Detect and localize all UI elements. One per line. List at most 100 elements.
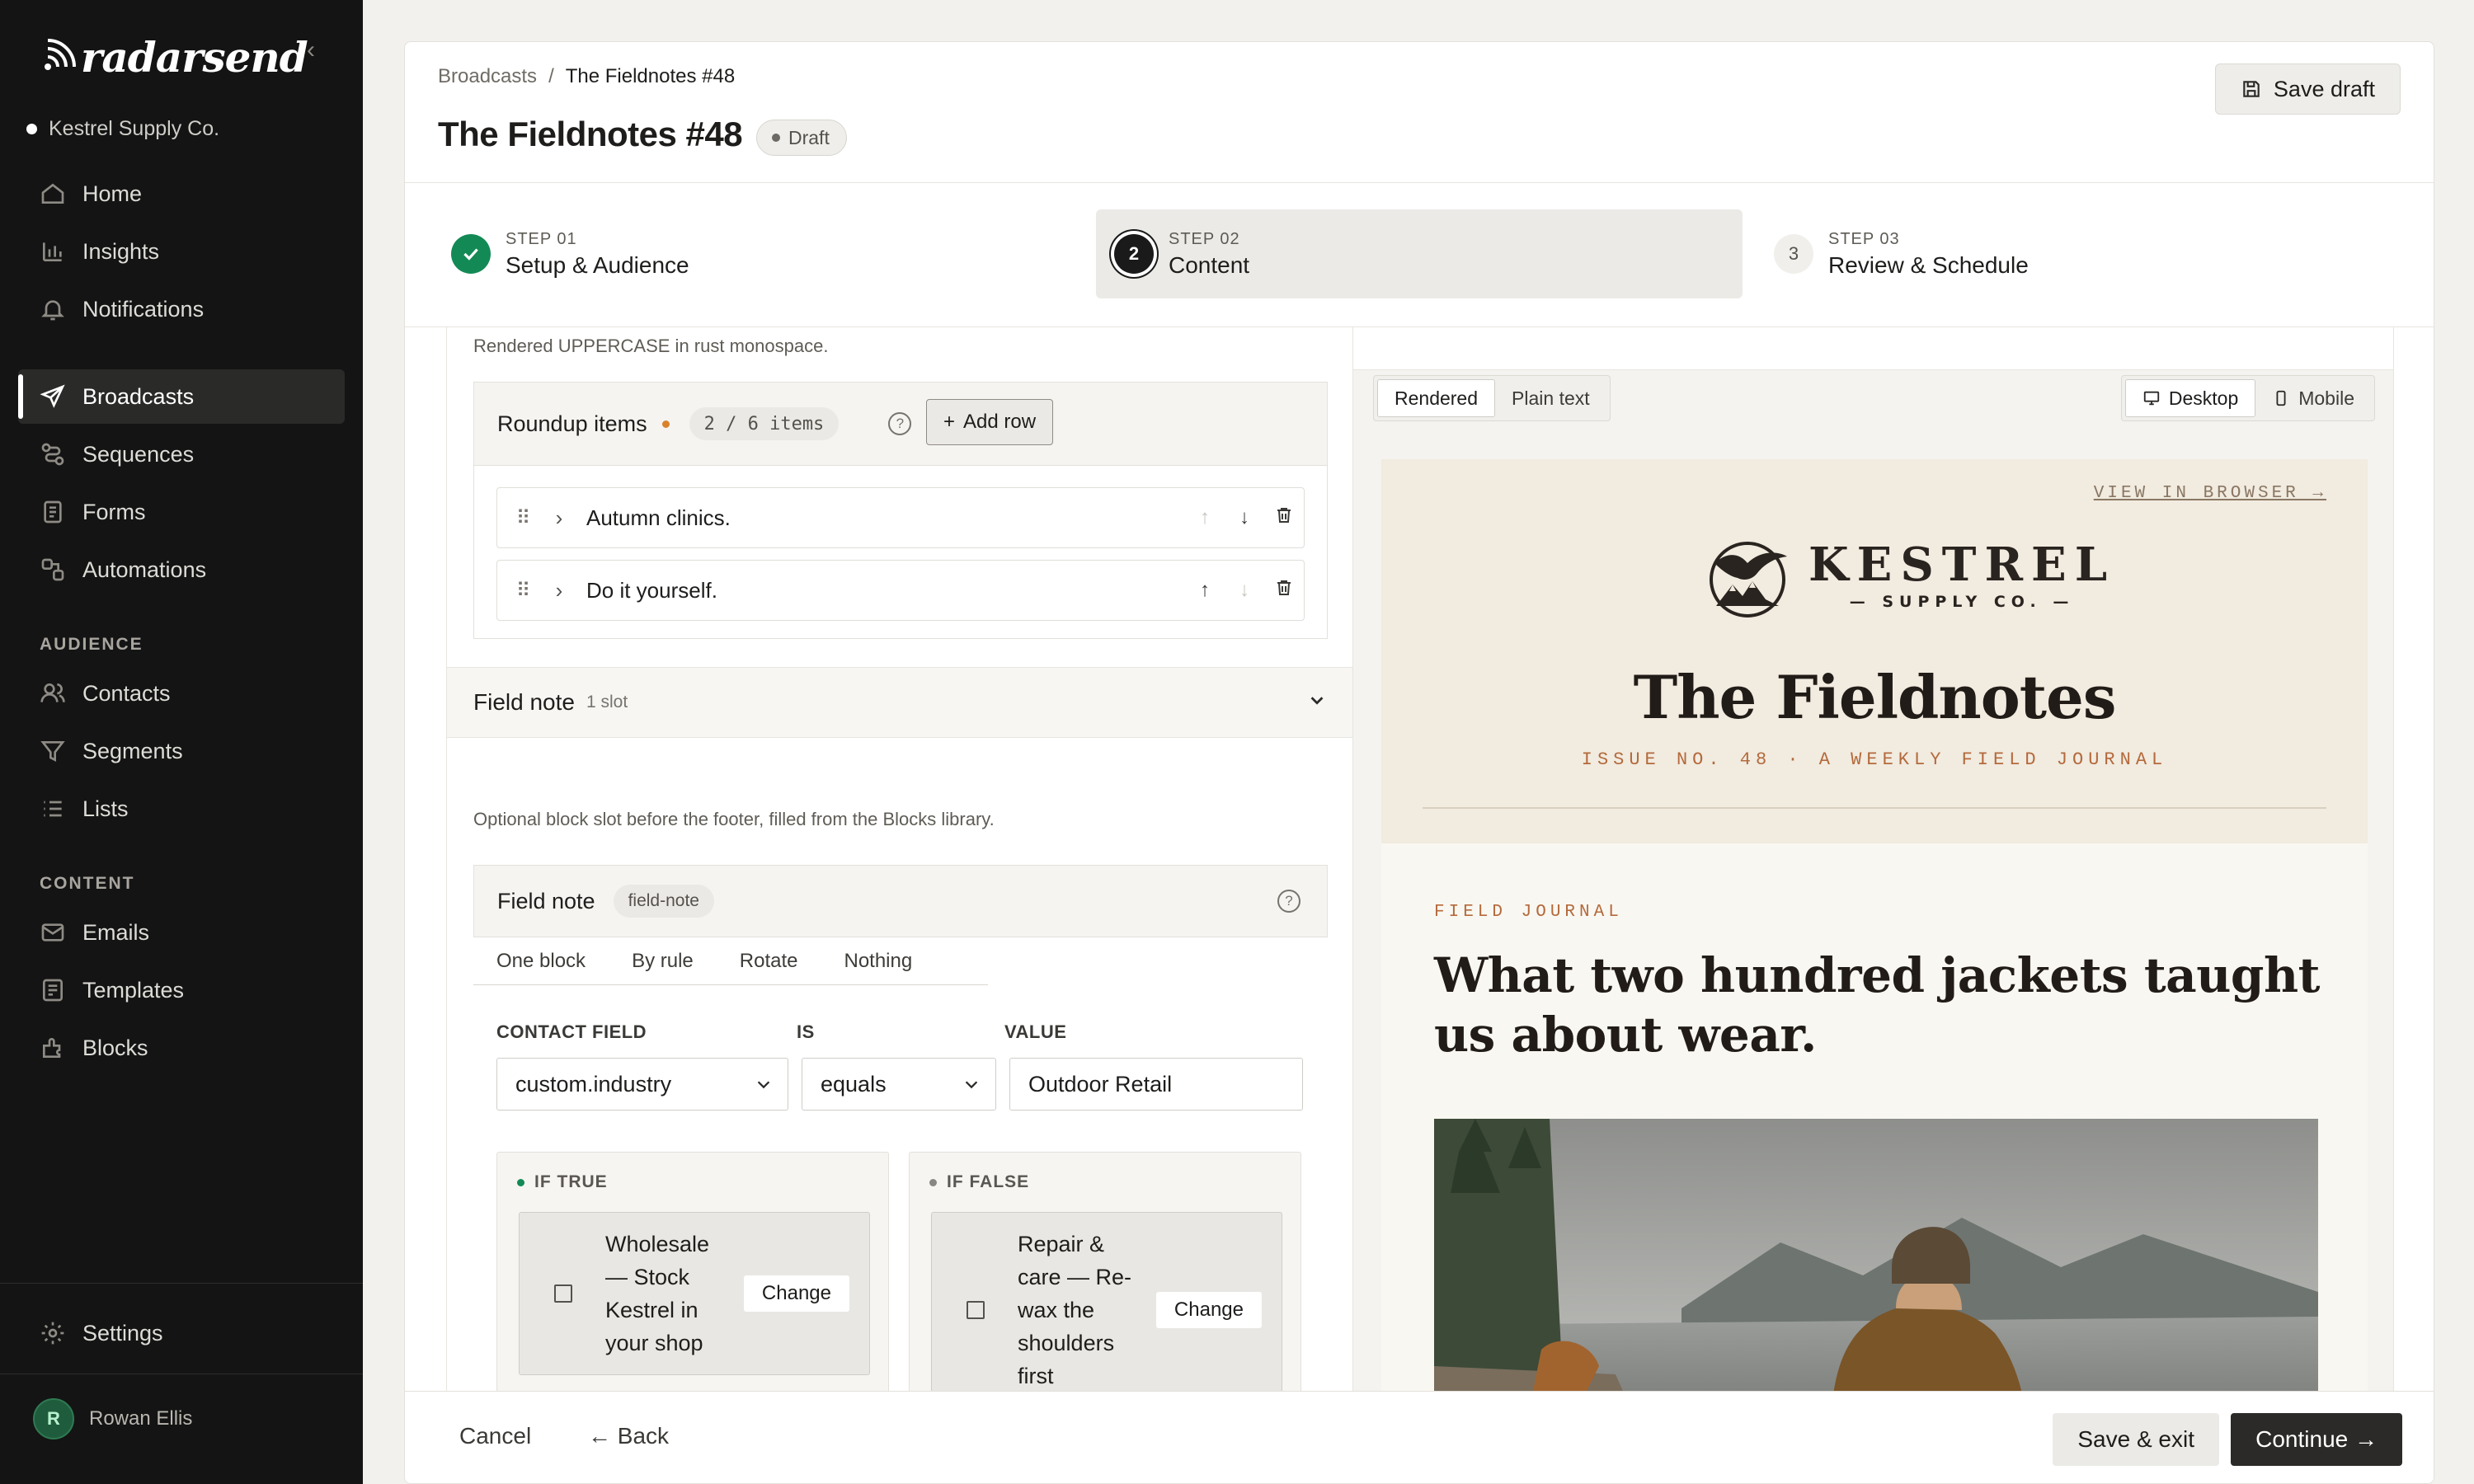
sidebar-item-sequences[interactable]: Sequences: [18, 427, 345, 481]
article-headline: What two hundred jackets taught us about…: [1434, 947, 2320, 1063]
step-name: Review & Schedule: [1828, 251, 2029, 278]
save-exit-button[interactable]: Save & exit: [2053, 1413, 2219, 1466]
article-kicker: FIELD JOURNAL: [1434, 903, 1623, 922]
step-number: 3: [1774, 234, 1813, 274]
contact-field-select[interactable]: custom.industry: [496, 1058, 788, 1111]
sidebar-item-automations[interactable]: Automations: [18, 542, 345, 597]
brand-name: radarsend: [81, 33, 308, 82]
tab-rendered[interactable]: Rendered: [1377, 379, 1496, 417]
sidebar-item-home[interactable]: Home: [18, 167, 345, 221]
trash-icon[interactable]: [1264, 578, 1304, 603]
move-up-icon[interactable]: ↑: [1185, 579, 1225, 602]
sidebar-item-templates[interactable]: Templates: [18, 963, 345, 1017]
value-label: VALUE: [1004, 1021, 1067, 1042]
required-dot-icon: [661, 420, 670, 428]
step-setup-audience[interactable]: STEP 01 Setup & Audience: [433, 209, 1060, 298]
contact-field-value: custom.industry: [515, 1071, 672, 1097]
save-icon: [2243, 81, 2260, 97]
move-down-icon: ↓: [1239, 579, 1249, 601]
trash-icon[interactable]: [1264, 505, 1304, 531]
app-logo[interactable]: radarsend: [38, 33, 308, 82]
chevron-right-icon[interactable]: ›: [547, 505, 571, 531]
sidebar-item-label: Lists: [82, 796, 129, 821]
brand-wordmark: KESTREL: [1808, 538, 2116, 592]
sidebar-item-blocks[interactable]: Blocks: [18, 1021, 345, 1075]
list-item[interactable]: ⠿ › Do it yourself. ↑ ↓: [496, 560, 1305, 621]
move-down-icon[interactable]: ↓: [1225, 506, 1264, 529]
status-badge: Draft: [756, 120, 847, 156]
operator-value: equals: [821, 1071, 887, 1097]
sidebar-item-broadcasts[interactable]: Broadcasts: [18, 369, 345, 424]
status-label: Draft: [788, 126, 830, 148]
save-draft-button[interactable]: Save draft: [2214, 63, 2401, 115]
org-switcher[interactable]: Kestrel Supply Co.: [26, 117, 219, 141]
continue-button[interactable]: Continue →: [2231, 1413, 2402, 1466]
tab-plain-text[interactable]: Plain text: [1495, 379, 1606, 417]
tab-one-block[interactable]: One block: [473, 937, 609, 985]
change-block-button[interactable]: Change: [743, 1275, 849, 1312]
sidebar-item-settings[interactable]: Settings: [18, 1306, 345, 1360]
email-header: VIEW IN BROWSER → KESTREL — SUPPLY CO. —…: [1381, 459, 2368, 843]
list-icon: [44, 801, 62, 817]
block-key-badge: field-note: [613, 885, 714, 918]
sidebar: radarsend ‹ Kestrel Supply Co. Home Insi…: [0, 0, 363, 1484]
sidebar-item-lists[interactable]: Lists: [18, 782, 345, 836]
plus-icon: +: [943, 411, 956, 433]
if-true-block[interactable]: Wholesale — Stock Kestrel in your shop C…: [519, 1212, 870, 1375]
sidebar-item-notifications[interactable]: Notifications: [18, 282, 345, 336]
help-icon[interactable]: ?: [1277, 890, 1300, 913]
sidebar-item-emails[interactable]: Emails: [18, 905, 345, 960]
radar-logo-icon: [45, 38, 76, 70]
sidebar-item-label: Sequences: [82, 441, 195, 467]
change-block-button[interactable]: Change: [1155, 1292, 1262, 1328]
breadcrumb-broadcasts[interactable]: Broadcasts: [438, 65, 537, 88]
bell-icon: [41, 300, 64, 321]
step-content[interactable]: 2 STEP 02 Content: [1096, 209, 1743, 298]
tab-desktop[interactable]: Desktop: [2124, 379, 2256, 417]
chevron-down-icon[interactable]: [1308, 691, 1326, 709]
cancel-button[interactable]: Cancel: [459, 1423, 531, 1449]
sidebar-item-label: Automations: [82, 556, 207, 582]
help-icon[interactable]: ?: [888, 412, 912, 435]
rule-value: Outdoor Retail: [1028, 1071, 1173, 1097]
field-note-section-header[interactable]: Field note 1 slot: [447, 667, 1352, 738]
breadcrumb-separator: /: [548, 65, 554, 87]
chevron-down-icon: [965, 1081, 978, 1089]
branch-label: IF TRUE: [534, 1172, 608, 1191]
mail-icon: [41, 923, 64, 942]
item-count-badge: 2 / 6 items: [689, 407, 840, 440]
step-review-schedule[interactable]: 3 STEP 03 Review & Schedule: [1756, 209, 2399, 298]
collapse-sidebar-icon[interactable]: ‹: [307, 38, 325, 63]
step-name: Content: [1169, 251, 1250, 278]
sidebar-item-insights[interactable]: Insights: [18, 224, 345, 279]
sidebar-item-contacts[interactable]: Contacts: [18, 666, 345, 721]
drag-handle-icon[interactable]: ⠿: [497, 579, 547, 603]
step-label: STEP 01: [506, 229, 577, 248]
tab-rotate[interactable]: Rotate: [717, 937, 821, 985]
sidebar-item-segments[interactable]: Segments: [18, 724, 345, 778]
add-row-button[interactable]: + Add row: [926, 399, 1054, 445]
bar-chart-icon: [43, 242, 62, 261]
if-false-block[interactable]: Repair & care — Re-wax the shoulders fir…: [931, 1212, 1282, 1391]
rule-value-input[interactable]: Outdoor Retail: [1009, 1058, 1303, 1111]
operator-select[interactable]: equals: [802, 1058, 996, 1111]
status-dot-icon: [772, 134, 780, 142]
gear-icon: [41, 1322, 64, 1345]
tab-by-rule[interactable]: By rule: [609, 937, 717, 985]
tab-mobile[interactable]: Mobile: [2255, 379, 2371, 417]
is-label: IS: [797, 1021, 815, 1042]
kicker-hint: Rendered UPPERCASE in rust monospace.: [473, 336, 829, 356]
drag-handle-icon[interactable]: ⠿: [497, 506, 547, 530]
section-content: CONTENT: [40, 874, 135, 893]
tab-nothing[interactable]: Nothing: [821, 937, 935, 985]
view-in-browser-link[interactable]: VIEW IN BROWSER →: [2094, 484, 2326, 503]
list-item[interactable]: ⠿ › Autumn clinics. ↑ ↓: [496, 487, 1305, 548]
automation-icon: [41, 558, 64, 581]
back-button[interactable]: ← Back: [588, 1423, 669, 1449]
breadcrumb-current: The Fieldnotes #48: [565, 65, 736, 87]
sidebar-item-label: Contacts: [82, 680, 171, 706]
chevron-right-icon[interactable]: ›: [547, 578, 571, 603]
brand-subline: — SUPPLY CO. —: [1849, 593, 2075, 611]
user-menu[interactable]: R Rowan Ellis: [33, 1398, 192, 1439]
sidebar-item-forms[interactable]: Forms: [18, 485, 345, 539]
